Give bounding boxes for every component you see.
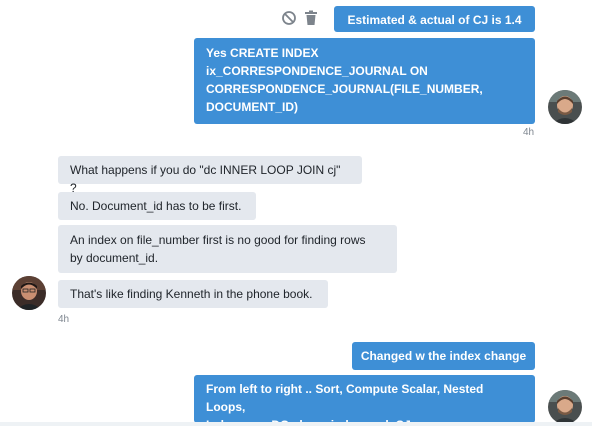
contact-avatar[interactable] <box>12 276 46 310</box>
sent-message[interactable]: Estimated & actual of CJ is 1.4 mil <box>334 6 535 45</box>
sender-avatar[interactable] <box>548 90 582 124</box>
sent-message[interactable]: Changed w the index change <box>352 342 535 370</box>
received-message[interactable]: An index on file_number first is no good… <box>58 225 397 273</box>
sent-message[interactable]: Yes CREATE INDEX ix_CORRESPONDENCE_JOURN… <box>194 38 535 124</box>
timestamp: 4h <box>523 127 535 138</box>
cancel-icon[interactable] <box>281 10 297 26</box>
received-message[interactable]: That's like finding Kenneth in the phone… <box>58 280 328 308</box>
received-message[interactable]: No. Document_id has to be first. <box>58 192 256 220</box>
received-message[interactable]: What happens if you do "dc INNER LOOP JO… <box>58 156 362 195</box>
timestamp: 4h <box>58 314 70 325</box>
sender-avatar[interactable] <box>548 390 582 424</box>
trash-icon[interactable] <box>304 10 318 26</box>
sent-message[interactable]: From left to right .. Sort, Compute Scal… <box>194 375 535 432</box>
composer-edge <box>0 422 592 426</box>
